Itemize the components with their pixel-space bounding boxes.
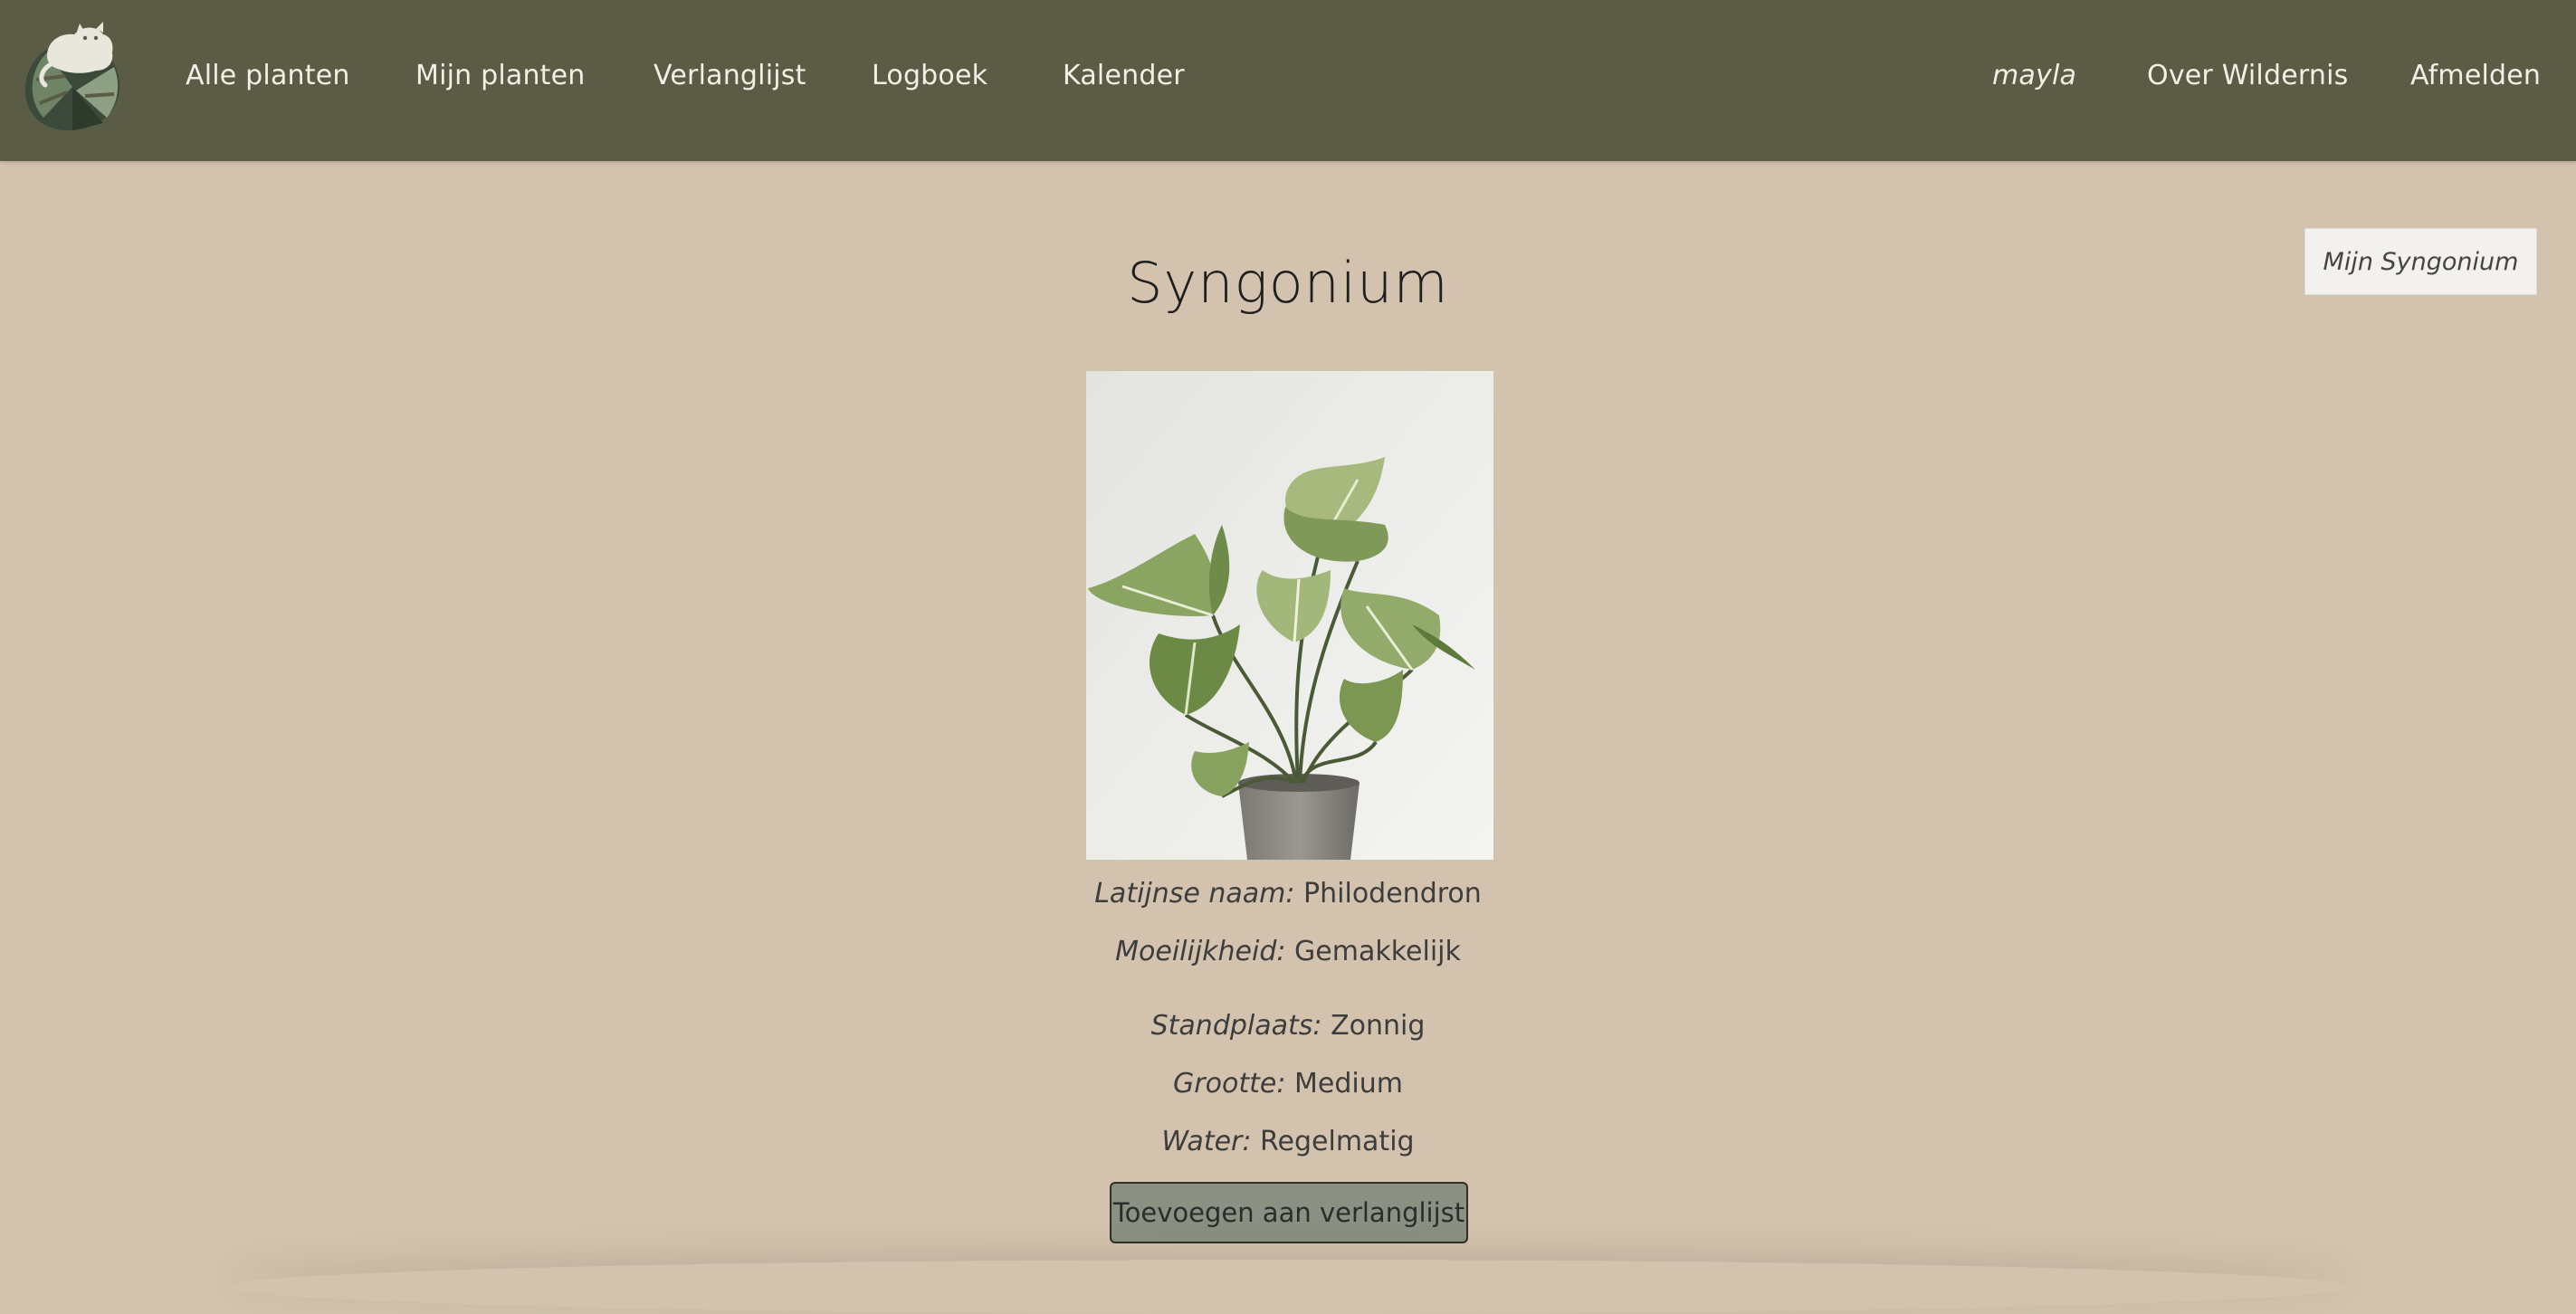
detail-value: Gemakkelijk [1294,936,1461,967]
detail-difficulty: Moeilijkheid: Gemakkelijk [0,932,2576,972]
plant-photo [1086,371,1493,860]
detail-label: Grootte: [1173,1068,1286,1100]
nav-link-logboek[interactable]: Logboek [872,56,987,96]
nav-link-alle-planten[interactable]: Alle planten [186,56,350,96]
add-to-wishlist-button[interactable]: Toevoegen aan verlanglijst [1110,1182,1468,1243]
nav-link-over-wildernis[interactable]: Over Wildernis [2147,56,2348,96]
logo-icon[interactable] [20,16,125,134]
detail-value: Philodendron [1303,878,1482,909]
nav-link-kalender[interactable]: Kalender [1063,56,1185,96]
detail-label: Latijnse naam: [1094,878,1295,909]
detail-value: Zonnig [1331,1010,1426,1042]
detail-water: Water: Regelmatig [0,1122,2576,1162]
detail-value: Medium [1293,1068,1403,1100]
detail-label: Moeilijkheid: [1115,936,1286,967]
nav-link-mijn-planten[interactable]: Mijn planten [415,56,586,96]
detail-latin-name: Latijnse naam: Philodendron [0,874,2576,914]
nav-user-name[interactable]: mayla [1992,56,2076,96]
detail-location: Standplaats: Zonnig [0,1006,2576,1046]
detail-size: Grootte: Medium [0,1064,2576,1104]
nav-link-afmelden[interactable]: Afmelden [2410,56,2541,96]
detail-value: Regelmatig [1260,1126,1415,1157]
top-navbar: Alle planten Mijn planten Verlanglijst L… [0,0,2576,161]
nav-link-verlanglijst[interactable]: Verlanglijst [654,56,806,96]
detail-label: Standplaats: [1150,1010,1322,1042]
footer-shadow [226,1260,2350,1314]
detail-label: Water: [1161,1126,1252,1157]
page-title: Syngonium [1127,250,1449,316]
